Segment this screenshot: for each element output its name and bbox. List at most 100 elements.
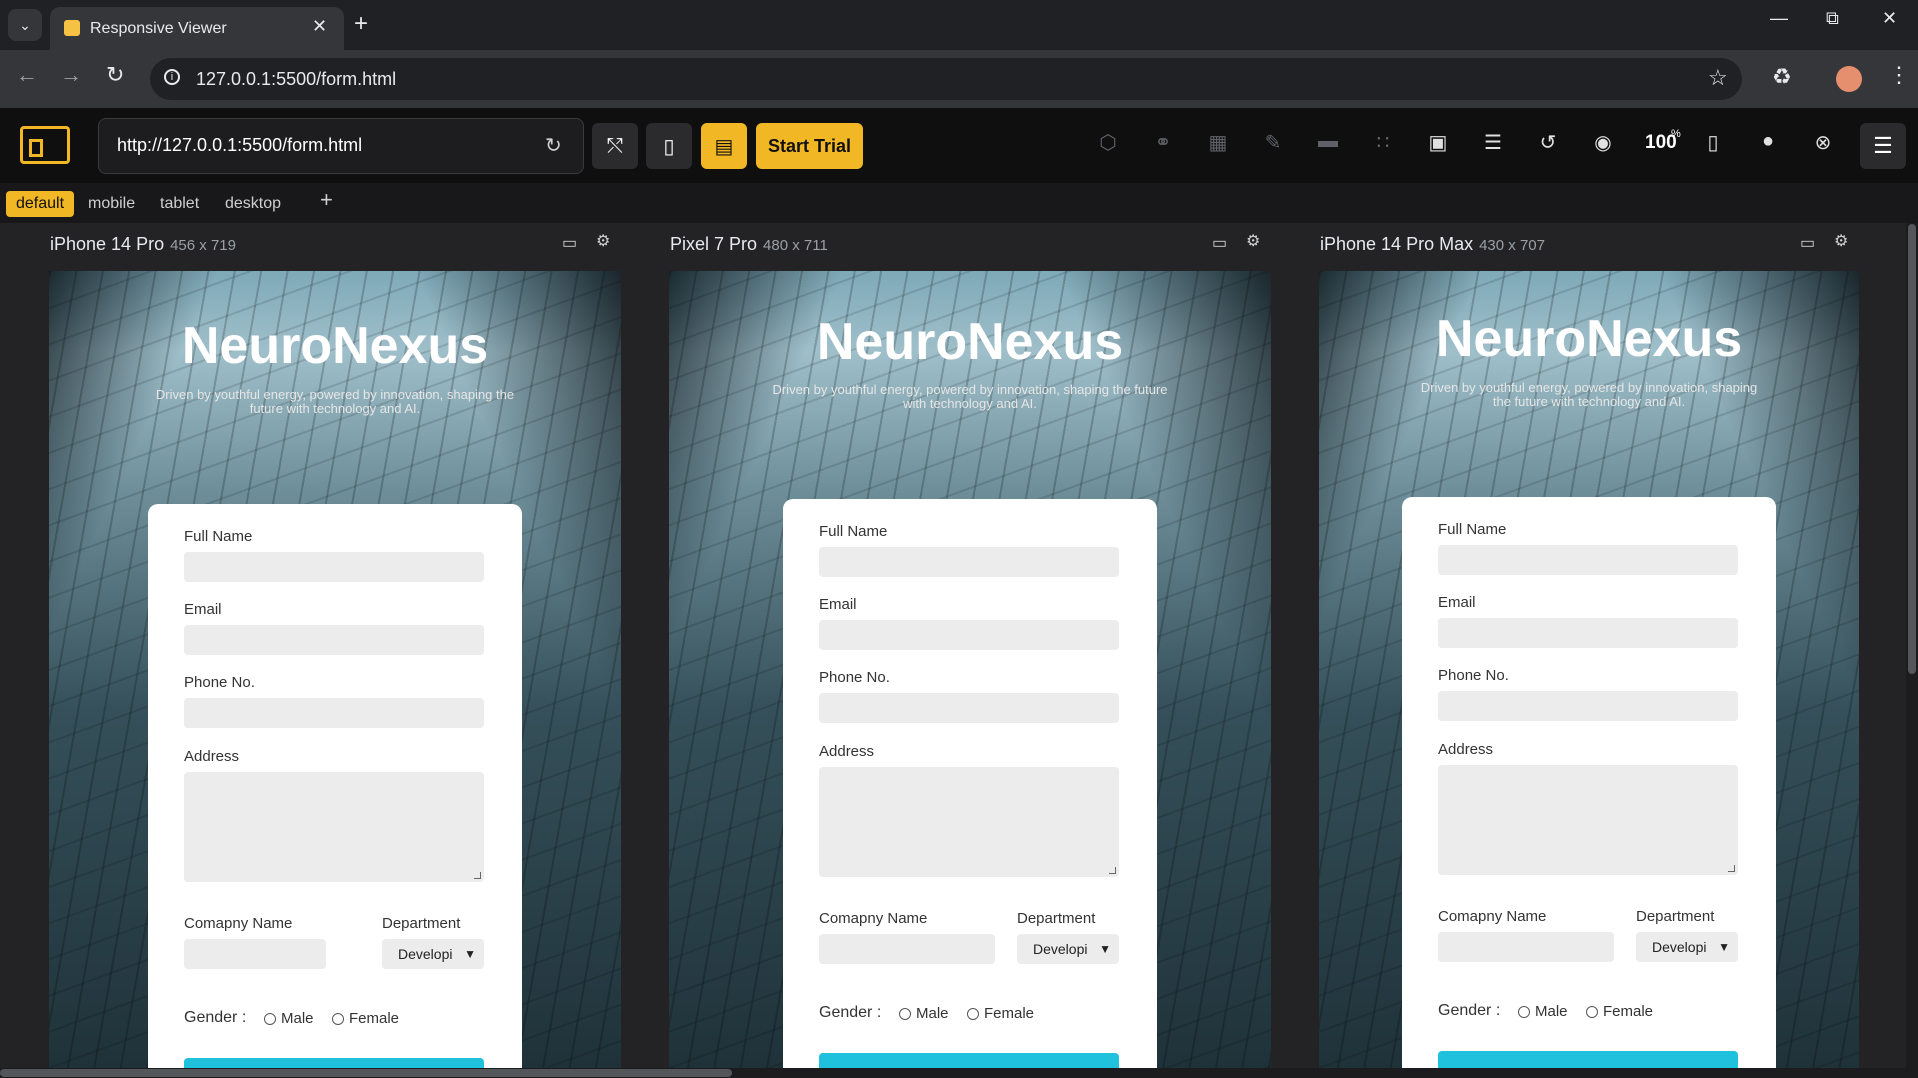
horizontal-scroll-thumb[interactable]	[0, 1069, 732, 1077]
address-textarea[interactable]	[819, 767, 1119, 877]
address-bar[interactable]: i 127.0.0.1:5500/form.html ☆	[150, 58, 1742, 100]
add-preset-icon[interactable]: +	[320, 187, 333, 213]
discord-icon[interactable]: ●	[1754, 130, 1782, 153]
tab-search-dropdown-icon[interactable]: ⌄	[8, 9, 42, 41]
device-viewport[interactable]: NeuroNexus Driven by youthful energy, po…	[49, 271, 621, 1068]
female-radio[interactable]	[967, 1008, 979, 1020]
department-label: Department	[1636, 908, 1715, 925]
tagline: Driven by youthful energy, powered by in…	[1420, 380, 1758, 409]
male-radio[interactable]	[264, 1013, 276, 1025]
email-input[interactable]	[1438, 618, 1738, 648]
female-radio[interactable]	[1586, 1006, 1598, 1018]
male-label: Male	[916, 1005, 949, 1022]
department-select[interactable]: Developi ▼	[1636, 932, 1738, 962]
start-trial-button[interactable]: Start Trial	[756, 123, 863, 169]
device-name: Pixel 7 Pro	[670, 234, 758, 254]
email-label: Email	[819, 596, 857, 613]
camera-icon[interactable]: ◉	[1589, 130, 1617, 155]
settings-gear-icon[interactable]: ⚙	[596, 231, 610, 251]
preset-default[interactable]: default	[6, 191, 75, 217]
device-viewport[interactable]: NeuroNexus Driven by youthful energy, po…	[1319, 271, 1859, 1068]
ruler-icon[interactable]: ✎	[1259, 130, 1287, 155]
new-tab-icon[interactable]: +	[354, 10, 368, 38]
viewer-url-input[interactable]: http://127.0.0.1:5500/form.html ↻	[98, 118, 584, 174]
screenshot-area-icon[interactable]: ▣	[1424, 130, 1452, 155]
phone-input[interactable]	[819, 693, 1119, 723]
site-info-icon[interactable]: i	[164, 69, 180, 85]
full-name-input[interactable]	[819, 547, 1119, 577]
hamburger-menu-icon[interactable]: ☰	[1860, 123, 1906, 169]
submit-button[interactable]	[1438, 1051, 1738, 1068]
male-radio[interactable]	[1518, 1006, 1530, 1018]
forward-icon[interactable]: →	[60, 62, 82, 88]
profile-avatar[interactable]	[1836, 66, 1862, 92]
reload-icon[interactable]: ↻	[106, 62, 124, 88]
viewer-url-text: http://127.0.0.1:5500/form.html	[117, 135, 363, 155]
rotate-icon[interactable]: ↺	[1534, 130, 1562, 155]
overlap-icon[interactable]: ⚭	[1149, 130, 1177, 155]
fullscreen-icon[interactable]: ▭	[1212, 233, 1227, 253]
company-input[interactable]	[1438, 932, 1614, 962]
department-label: Department	[1017, 910, 1096, 927]
settings-gear-icon[interactable]: ⚙	[1246, 231, 1260, 251]
female-radio[interactable]	[332, 1013, 344, 1025]
layers-icon[interactable]: ☰	[1479, 130, 1507, 155]
female-label: Female	[349, 1010, 400, 1027]
settings-gear-icon[interactable]: ⚙	[1834, 231, 1848, 251]
line-icon[interactable]: ▬	[1314, 130, 1342, 153]
male-radio[interactable]	[899, 1008, 911, 1020]
restore-icon[interactable]: ⧉	[1826, 8, 1839, 29]
address-textarea[interactable]	[184, 772, 484, 882]
vertical-scroll-thumb[interactable]	[1908, 224, 1916, 674]
device-frame-icon[interactable]: ▯	[1699, 130, 1727, 155]
company-input[interactable]	[184, 939, 326, 969]
address-text: 127.0.0.1:5500/form.html	[196, 69, 397, 89]
company-input[interactable]	[819, 934, 995, 964]
phone-input[interactable]	[1438, 691, 1738, 721]
window-close-icon[interactable]: ✕	[1882, 8, 1897, 29]
grid-icon[interactable]: ▦	[1204, 130, 1232, 155]
tab-close-icon[interactable]: ✕	[312, 16, 327, 37]
address-textarea[interactable]	[1438, 765, 1738, 875]
device-size: 456 x 719	[170, 237, 236, 254]
scroll-sync-icon[interactable]: ▯	[646, 123, 692, 169]
chevron-down-icon: ▼	[1718, 940, 1730, 954]
back-icon[interactable]: ←	[16, 62, 38, 88]
device-mode-icon[interactable]: ▤	[701, 123, 747, 169]
department-value: Developi	[1033, 941, 1088, 957]
zoom-unit: %	[1671, 128, 1681, 140]
email-label: Email	[1438, 594, 1476, 611]
full-name-input[interactable]	[1438, 545, 1738, 575]
chrome-menu-icon[interactable]: ⋮	[1888, 62, 1910, 88]
dots-grid-icon[interactable]: ∷	[1369, 130, 1397, 155]
device-viewport[interactable]: NeuroNexus Driven by youthful energy, po…	[669, 271, 1271, 1068]
browser-toolbar: ← → ↻ i 127.0.0.1:5500/form.html ☆ ♻ ⋮	[0, 50, 1918, 108]
phone-input[interactable]	[184, 698, 484, 728]
preset-desktop[interactable]: desktop	[215, 191, 291, 217]
email-input[interactable]	[819, 620, 1119, 650]
email-input[interactable]	[184, 625, 484, 655]
close-circle-icon[interactable]: ⊗	[1809, 130, 1837, 155]
preset-tablet[interactable]: tablet	[150, 191, 209, 217]
cube-icon[interactable]: ⬡	[1094, 130, 1122, 155]
extension-toolbar: http://127.0.0.1:5500/form.html ↻ ⤲ ▯ ▤ …	[0, 108, 1918, 183]
department-select[interactable]: Developi ▼	[382, 939, 484, 969]
preset-mobile[interactable]: mobile	[78, 191, 145, 217]
extensions-icon[interactable]: ♻	[1772, 64, 1792, 90]
device-header: Pixel 7 Pro 480 x 711	[670, 234, 828, 255]
full-name-input[interactable]	[184, 552, 484, 582]
form-card: Full Name Email Phone No. Address Comapn…	[1402, 497, 1776, 1068]
fullscreen-icon[interactable]: ▭	[562, 233, 577, 253]
fullscreen-icon[interactable]: ▭	[1800, 233, 1815, 253]
bookmark-star-icon[interactable]: ☆	[1708, 65, 1728, 91]
submit-button[interactable]	[819, 1053, 1119, 1068]
minimize-icon[interactable]: —	[1770, 8, 1788, 29]
brand-title: NeuroNexus	[1435, 310, 1743, 368]
submit-button[interactable]	[184, 1058, 484, 1068]
browser-tab[interactable]: Responsive Viewer ✕	[50, 7, 344, 50]
male-label: Male	[1535, 1003, 1568, 1020]
refresh-icon[interactable]: ↻	[545, 133, 562, 158]
inspect-cursor-icon[interactable]: ⤲	[592, 123, 638, 169]
department-select[interactable]: Developi ▼	[1017, 934, 1119, 964]
department-value: Developi	[398, 946, 453, 962]
